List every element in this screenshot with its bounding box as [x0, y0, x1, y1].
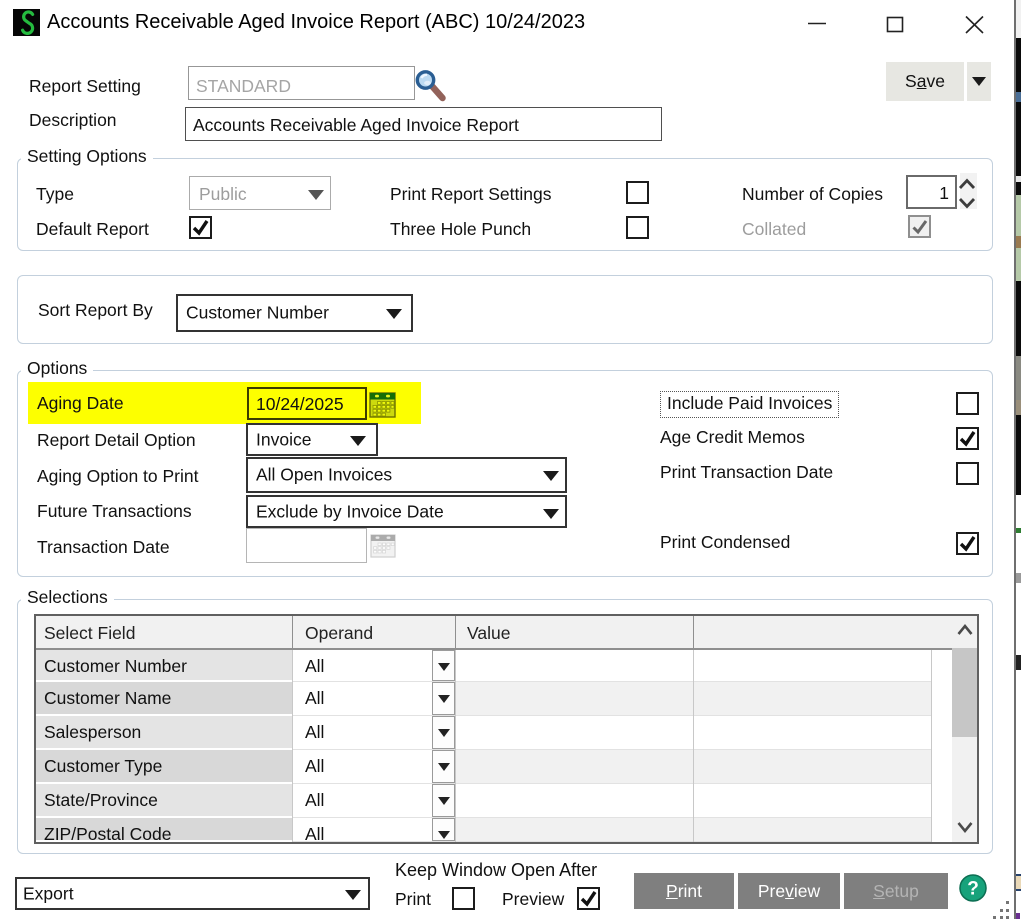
svg-text:?: ? — [967, 879, 979, 900]
